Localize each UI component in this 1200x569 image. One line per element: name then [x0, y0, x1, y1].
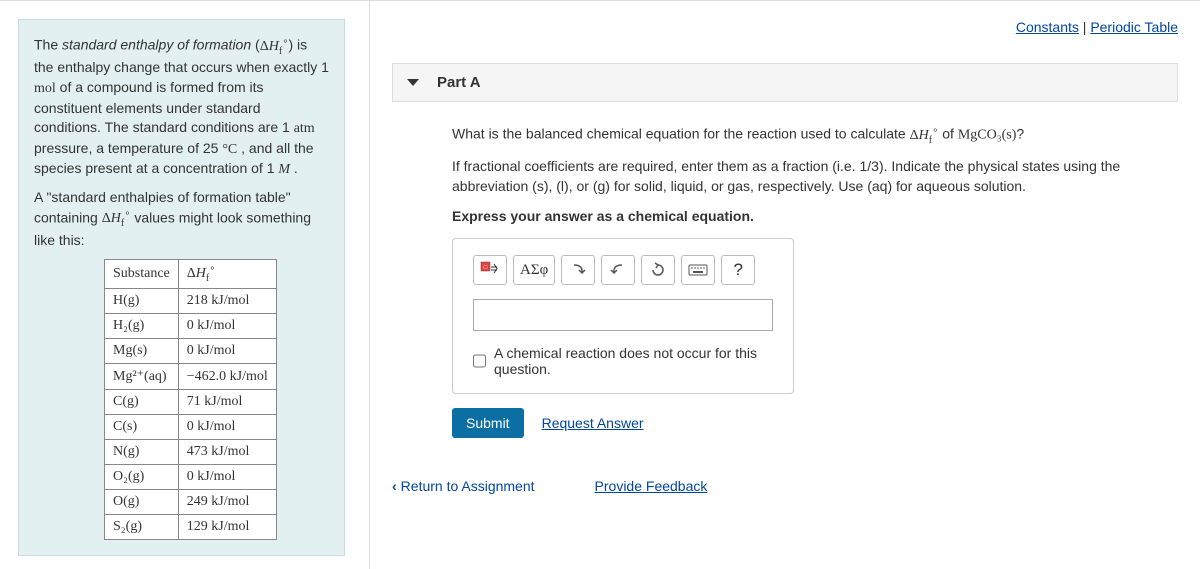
redo-button[interactable]	[601, 255, 635, 285]
request-answer-link[interactable]: Request Answer	[542, 415, 644, 431]
svg-text:□: □	[484, 265, 488, 271]
no-reaction-checkbox[interactable]	[473, 354, 486, 368]
keyboard-button[interactable]	[681, 255, 715, 285]
answer-input[interactable]	[473, 299, 773, 331]
reset-button[interactable]	[641, 255, 675, 285]
collapse-icon	[407, 79, 419, 86]
intro-paragraph-2: A "standard enthalpies of formation tabl…	[34, 188, 329, 251]
help-button[interactable]: ?	[721, 255, 755, 285]
introduction-panel: The standard enthalpy of formation (ΔHf∘…	[0, 1, 370, 569]
table-row: H(g)218 kJ/mol	[105, 289, 277, 314]
undo-button[interactable]	[561, 255, 595, 285]
return-link[interactable]: ‹Return to Assignment	[392, 478, 535, 494]
table-row: N(g)473 kJ/mol	[105, 440, 277, 465]
table-row: Mg(s)0 kJ/mol	[105, 339, 277, 364]
table-row: S₂(g)129 kJ/mol	[105, 515, 277, 540]
template-button[interactable]: □	[473, 255, 507, 285]
constants-link[interactable]: Constants	[1016, 19, 1079, 35]
table-row: O₂(g)0 kJ/mol	[105, 465, 277, 490]
part-title: Part A	[437, 74, 481, 91]
equation-toolbar: □ ΑΣφ	[473, 255, 773, 285]
info-box: The standard enthalpy of formation (ΔHf∘…	[18, 19, 345, 556]
question-body: What is the balanced chemical equation f…	[392, 124, 1178, 438]
table-row: C(s)0 kJ/mol	[105, 415, 277, 440]
table-row: H₂(g)0 kJ/mol	[105, 314, 277, 339]
reference-links: Constants | Periodic Table	[392, 19, 1178, 35]
submit-row: Submit Request Answer	[452, 408, 1168, 438]
answer-box: □ ΑΣφ	[452, 238, 794, 394]
submit-button[interactable]: Submit	[452, 408, 524, 438]
table-header-row: Substance ΔHf∘	[105, 259, 277, 288]
question-instruction: Express your answer as a chemical equati…	[452, 207, 1168, 227]
no-reaction-row: A chemical reaction does not occur for t…	[473, 345, 773, 377]
question-text-2: If fractional coefficients are required,…	[452, 157, 1168, 196]
periodic-table-link[interactable]: Periodic Table	[1090, 19, 1178, 35]
intro-paragraph: The standard enthalpy of formation (ΔHf∘…	[34, 35, 329, 180]
footer-row: ‹Return to Assignment Provide Feedback	[392, 478, 1178, 494]
question-text-1: What is the balanced chemical equation f…	[452, 124, 1168, 147]
table-row: O(g)249 kJ/mol	[105, 490, 277, 515]
col-deltah: ΔHf∘	[178, 259, 276, 288]
table-row: Mg²⁺(aq)−462.0 kJ/mol	[105, 364, 277, 390]
formation-table: Substance ΔHf∘ H(g)218 kJ/mol H₂(g)0 kJ/…	[104, 259, 277, 540]
question-panel: Constants | Periodic Table Part A What i…	[370, 1, 1200, 569]
table-row: C(g)71 kJ/mol	[105, 390, 277, 415]
col-substance: Substance	[105, 259, 179, 288]
chevron-left-icon: ‹	[392, 478, 397, 494]
no-reaction-label: A chemical reaction does not occur for t…	[494, 345, 773, 377]
part-header[interactable]: Part A	[392, 63, 1178, 102]
greek-symbols-button[interactable]: ΑΣφ	[513, 255, 555, 285]
provide-feedback-link[interactable]: Provide Feedback	[595, 478, 708, 494]
